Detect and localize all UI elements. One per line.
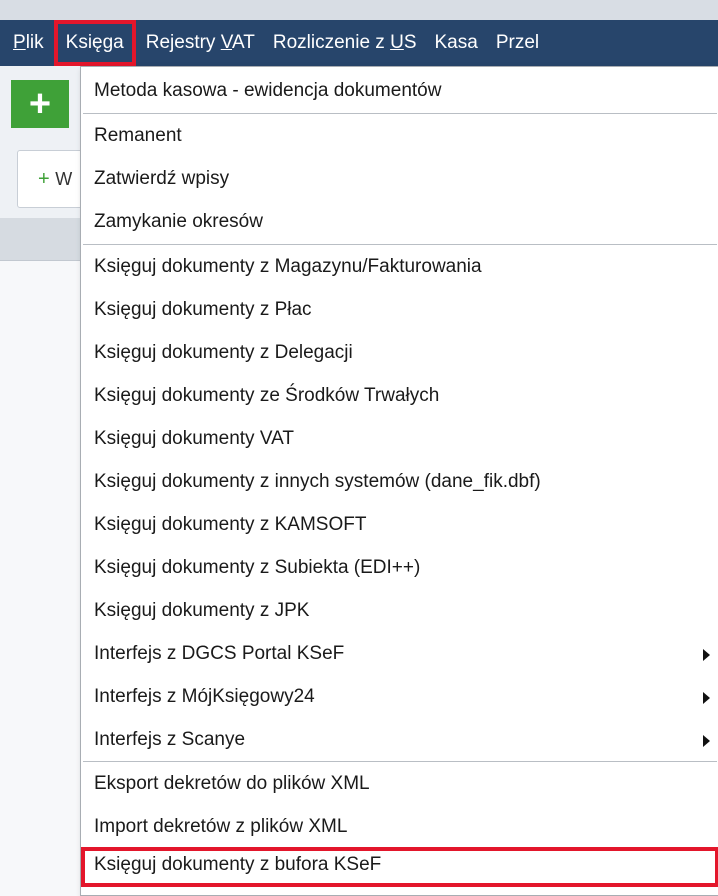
add-new-button[interactable]: + <box>11 80 69 128</box>
menu-item-interfejs-scanye[interactable]: Interfejs z Scanye <box>81 722 718 758</box>
menu-item-label: Księguj dokumenty z JPK <box>94 600 310 621</box>
app-window: Plik Księga Rejestry VAT Rozliczenie z U… <box>0 0 718 896</box>
plus-icon: + <box>28 83 52 125</box>
menu-item-label: Księguj dokumenty z KAMSOFT <box>94 514 367 535</box>
menu-item-label: Księguj dokumenty VAT <box>94 428 294 449</box>
menu-item-ksieguj-delegacje[interactable]: Księguj dokumenty z Delegacji <box>81 335 718 371</box>
menu-separator <box>83 244 717 246</box>
menu-rozliczenie-z-us[interactable]: Rozliczenie z US <box>264 20 426 66</box>
menu-item-label: Księguj dokumenty z Magazynu/Fakturowani… <box>94 256 482 277</box>
menu-item-label: Interfejs z Scanye <box>94 729 246 750</box>
menu-item-zatwierdz-wpisy[interactable]: Zatwierdź wpisy <box>81 161 718 197</box>
menu-rejestry-vat[interactable]: Rejestry VAT <box>137 20 264 66</box>
menu-plik[interactable]: Plik <box>0 20 53 66</box>
menu-item-ksieguj-subiekt[interactable]: Księguj dokumenty z Subiekta (EDI++) <box>81 550 718 586</box>
menu-item-label: Zamykanie okresów <box>94 211 263 232</box>
menu-item-eksport-xml[interactable]: Eksport dekretów do plików XML <box>81 766 718 802</box>
menu-item-label: Księguj dokumenty z bufora KSeF <box>94 854 382 875</box>
menu-item-ksieguj-inne-systemy[interactable]: Księguj dokumenty z innych systemów (dan… <box>81 464 718 500</box>
menu-item-import-xml[interactable]: Import dekretów z plików XML <box>81 809 718 845</box>
menu-przelewy[interactable]: Przel <box>487 20 548 66</box>
menu-plik-mnemonic: P <box>13 32 26 53</box>
menu-item-ksieguj-jpk[interactable]: Księguj dokumenty z JPK <box>81 593 718 629</box>
menu-item-ksieguj-vat[interactable]: Księguj dokumenty VAT <box>81 421 718 457</box>
menu-item-zamykanie-okresow[interactable]: Zamykanie okresów <box>81 204 718 240</box>
menu-item-label: Księguj dokumenty z Subiekta (EDI++) <box>94 557 421 578</box>
menu-rejestry-vat-label-pre: Rejestry <box>145 32 221 53</box>
menu-przelewy-label: Przel <box>495 32 540 53</box>
menu-rejestry-vat-mnemonic: V <box>220 32 232 53</box>
menu-ksiega[interactable]: Księga <box>53 20 136 66</box>
menu-item-label: Interfejs z DGCS Portal KSeF <box>94 643 345 664</box>
menubar: Plik Księga Rejestry VAT Rozliczenie z U… <box>0 20 718 66</box>
menu-item-interfejs-mojksiegowy24[interactable]: Interfejs z MójKsięgowy24 <box>81 679 718 715</box>
add-record-label: W <box>55 169 73 189</box>
menu-item-label: Księguj dokumenty z Delegacji <box>94 342 353 363</box>
menu-item-ksieguj-magazyn[interactable]: Księguj dokumenty z Magazynu/Fakturowani… <box>81 249 718 285</box>
window-top-strip <box>0 0 718 20</box>
submenu-arrow-icon <box>703 735 710 747</box>
ksiega-dropdown-menu: Metoda kasowa - ewidencja dokumentów Rem… <box>80 66 718 896</box>
menu-separator <box>83 761 717 763</box>
menu-item-remanent[interactable]: Remanent <box>81 118 718 154</box>
menu-rejestry-vat-label-rest: AT <box>231 32 255 53</box>
menu-plik-label: lik <box>25 32 44 53</box>
menu-item-ksieguj-kamsoft[interactable]: Księguj dokumenty z KAMSOFT <box>81 507 718 543</box>
menu-item-label: Zatwierdź wpisy <box>94 168 230 189</box>
submenu-arrow-icon <box>703 692 710 704</box>
menu-rozliczenie-mnemonic: U <box>390 32 404 53</box>
menu-item-metoda-kasowa[interactable]: Metoda kasowa - ewidencja dokumentów <box>81 73 718 109</box>
menu-kasa-label: Kasa <box>434 32 478 53</box>
menu-rozliczenie-label-pre: Rozliczenie z <box>272 32 391 53</box>
menu-item-label: Interfejs z MójKsięgowy24 <box>94 686 315 707</box>
menu-item-ksieguj-place[interactable]: Księguj dokumenty z Płac <box>81 292 718 328</box>
menu-kasa[interactable]: Kasa <box>426 20 487 66</box>
plus-icon: + <box>38 168 50 190</box>
menu-rozliczenie-label-rest: S <box>403 32 417 53</box>
menu-item-label: Import dekretów z plików XML <box>94 816 348 837</box>
menu-item-label: Remanent <box>94 125 182 146</box>
menu-item-ksieguj-srodki-trwale[interactable]: Księguj dokumenty ze Środków Trwałych <box>81 378 718 414</box>
menu-separator <box>83 113 717 115</box>
menu-item-label: Eksport dekretów do plików XML <box>94 773 370 794</box>
menu-item-label: Księguj dokumenty z Płac <box>94 299 312 320</box>
menu-ksiega-label: Księga <box>65 32 124 53</box>
menu-item-label: Księguj dokumenty z innych systemów (dan… <box>94 471 541 492</box>
menu-item-interfejs-dgcs[interactable]: Interfejs z DGCS Portal KSeF <box>81 636 718 672</box>
menu-item-label: Księguj dokumenty ze Środków Trwałych <box>94 385 440 406</box>
submenu-arrow-icon <box>703 649 710 661</box>
menu-item-ksieguj-bufor-ksef[interactable]: Księguj dokumenty z bufora KSeF <box>81 847 718 887</box>
menu-item-label: Metoda kasowa - ewidencja dokumentów <box>94 80 442 101</box>
